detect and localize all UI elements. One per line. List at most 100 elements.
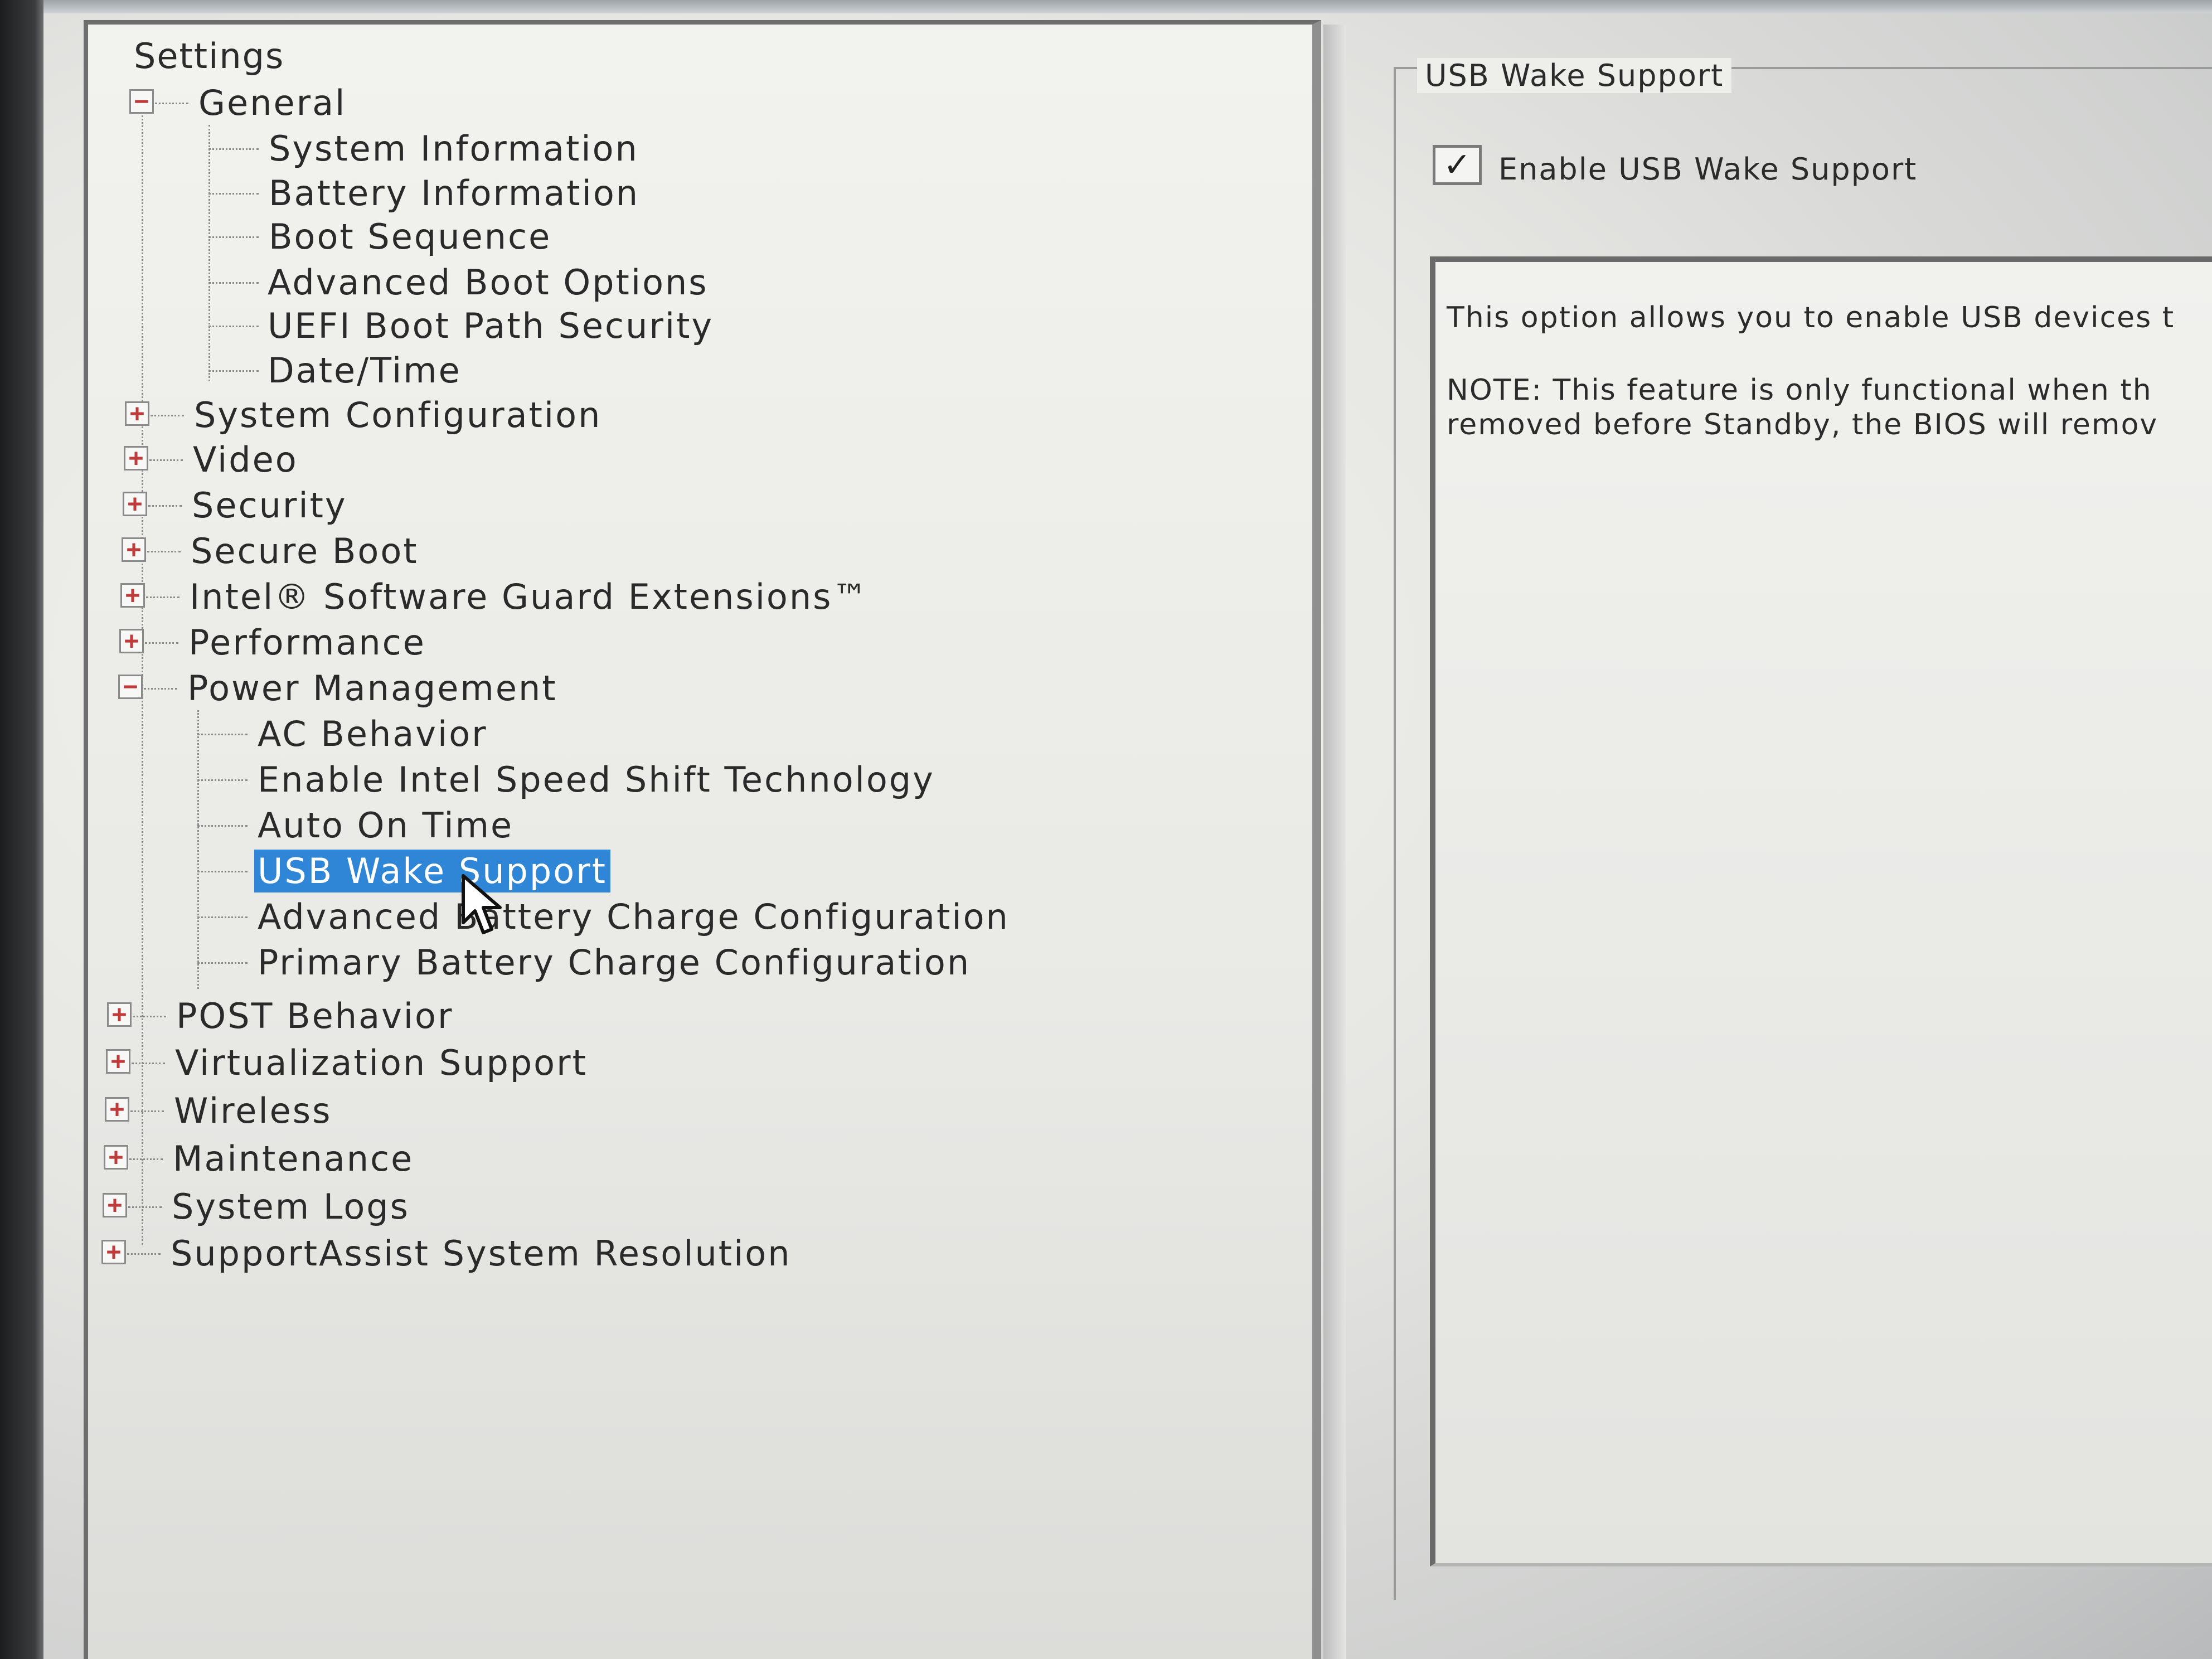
tree-connector: [146, 596, 180, 598]
tree-group-label: Security: [192, 484, 347, 526]
expander-secure-boot[interactable]: +: [122, 537, 146, 562]
plus-icon: +: [106, 1238, 122, 1266]
tree-group-system-logs[interactable]: System Logs: [168, 1184, 413, 1229]
tree-item-label: Battery Information: [269, 172, 640, 214]
tree-group-secure-boot[interactable]: Secure Boot: [187, 528, 422, 573]
tree-connector: [197, 916, 248, 918]
tree-connector: [197, 871, 248, 872]
tree-group-maintenance[interactable]: Maintenance: [169, 1136, 417, 1181]
tree-item-label: Enable Intel Speed Shift Technology: [258, 759, 935, 800]
expander-wireless[interactable]: +: [105, 1097, 129, 1122]
plus-icon: +: [124, 627, 139, 655]
expander-performance[interactable]: +: [119, 629, 144, 653]
tree-connector: [129, 1158, 163, 1160]
plus-icon: +: [125, 581, 140, 609]
tree-item-label: System Information: [269, 128, 639, 169]
enable-usb-wake-label[interactable]: Enable USB Wake Support: [1498, 152, 1917, 187]
tree-item-auto-on-time[interactable]: Auto On Time: [254, 803, 517, 847]
tree-group-system-configuration[interactable]: System Configuration: [191, 392, 605, 437]
expander-post-behavior[interactable]: +: [107, 1002, 132, 1027]
tree-connector: [155, 103, 188, 104]
tree-item-primary-battery-charge[interactable]: Primary Battery Charge Configuration: [254, 940, 974, 984]
plus-icon: +: [107, 1191, 123, 1219]
tree-item-date-time[interactable]: Date/Time: [264, 348, 465, 392]
tree-group-virtualization-support[interactable]: Virtualization Support: [172, 1040, 591, 1085]
plus-icon: +: [126, 535, 142, 564]
help-text-line: This option allows you to enable USB dev…: [1447, 301, 2175, 334]
tree-root-label: Settings: [134, 36, 285, 76]
tree-item-label: Auto On Time: [258, 804, 514, 846]
minus-icon: −: [123, 672, 138, 701]
enable-usb-wake-checkbox[interactable]: ✓: [1433, 145, 1482, 185]
tree-connector: [197, 734, 248, 735]
tree-item-label: Date/Time: [268, 350, 462, 391]
tree-connector: [133, 1016, 166, 1017]
plus-icon: +: [109, 1095, 125, 1123]
tree-item-advanced-boot-options[interactable]: Advanced Boot Options: [264, 260, 712, 304]
tree-connector: [145, 642, 178, 644]
tree-connector: [128, 1206, 162, 1208]
detail-panel: USB Wake Support ✓ Enable USB Wake Suppo…: [1355, 33, 2212, 1659]
expander-power-management[interactable]: −: [118, 675, 143, 699]
tree-group-intel-sgx[interactable]: Intel® Software Guard Extensions™: [186, 574, 872, 619]
tree-item-system-information[interactable]: System Information: [265, 126, 642, 171]
expander-general[interactable]: −: [129, 89, 154, 114]
tree-group-label: Intel® Software Guard Extensions™: [190, 576, 869, 617]
monitor-bezel-left: [0, 0, 43, 1659]
tree-group-general[interactable]: General: [195, 80, 350, 125]
tree-connector: [208, 236, 259, 238]
tree-group-power-management[interactable]: Power Management: [184, 666, 561, 710]
expander-system-logs[interactable]: +: [103, 1193, 127, 1217]
tree-item-uefi-boot-path-security[interactable]: UEFI Boot Path Security: [264, 303, 717, 348]
tree-item-label: Boot Sequence: [269, 216, 552, 257]
checkmark-icon: ✓: [1443, 145, 1472, 185]
tree-item-intel-speed-shift[interactable]: Enable Intel Speed Shift Technology: [254, 757, 938, 802]
tree-item-ac-behavior[interactable]: AC Behavior: [254, 711, 491, 756]
tree-item-usb-wake-support[interactable]: USB Wake Support: [254, 848, 610, 893]
tree-group-label: POST Behavior: [176, 995, 454, 1036]
tree-connector: [127, 1253, 161, 1255]
expander-security[interactable]: +: [123, 492, 147, 516]
expander-system-configuration[interactable]: +: [125, 401, 149, 426]
plus-icon: +: [111, 1000, 127, 1029]
tree-item-label: Advanced Battery Charge Configuration: [258, 896, 1010, 937]
tree-item-boot-sequence[interactable]: Boot Sequence: [265, 214, 555, 259]
help-text-line: removed before Standby, the BIOS will re…: [1447, 408, 2158, 442]
tree-group-video[interactable]: Video: [190, 437, 302, 482]
tree-connector: [208, 193, 259, 195]
tree-item-label: Advanced Boot Options: [268, 261, 709, 303]
tree-group-label: Virtualization Support: [175, 1042, 588, 1083]
tree-connector: [144, 688, 177, 690]
expander-supportassist[interactable]: +: [101, 1240, 126, 1264]
help-text-line: NOTE: This feature is only functional wh…: [1447, 373, 2152, 407]
tree-group-label: General: [198, 82, 347, 123]
tree-connector: [197, 779, 248, 781]
tree-connector: [147, 551, 181, 552]
tree-group-post-behavior[interactable]: POST Behavior: [173, 993, 457, 1038]
plus-icon: +: [110, 1047, 126, 1075]
tree-group-performance[interactable]: Performance: [185, 620, 429, 664]
tree-group-label: SupportAssist System Resolution: [171, 1233, 792, 1274]
plus-icon: +: [108, 1143, 124, 1171]
tree-connector: [208, 326, 259, 327]
expander-intel-sgx[interactable]: +: [120, 583, 145, 608]
tree-connector: [149, 459, 183, 461]
tree-item-battery-information[interactable]: Battery Information: [265, 171, 643, 215]
bios-settings-screen: Settings − General System Information Ba…: [0, 0, 2212, 1659]
tree-group-security[interactable]: Security: [188, 483, 351, 527]
tree-item-advanced-battery-charge[interactable]: Advanced Battery Charge Configuration: [254, 894, 1013, 939]
tree-connector-vertical: [197, 710, 199, 989]
tree-connector: [197, 825, 248, 827]
tree-item-label: UEFI Boot Path Security: [268, 305, 714, 346]
tree-group-wireless[interactable]: Wireless: [171, 1088, 335, 1133]
expander-virtualization-support[interactable]: +: [106, 1049, 130, 1074]
arrow-pointer-icon: [462, 874, 502, 934]
tree-group-label: Secure Boot: [191, 530, 419, 571]
tree-group-supportassist[interactable]: SupportAssist System Resolution: [167, 1231, 795, 1275]
expander-maintenance[interactable]: +: [104, 1145, 128, 1170]
minus-icon: −: [134, 87, 149, 115]
tree-connector: [148, 505, 182, 507]
expander-video[interactable]: +: [124, 446, 148, 470]
tree-item-label-selected: USB Wake Support: [254, 849, 610, 892]
plus-icon: +: [129, 399, 145, 428]
